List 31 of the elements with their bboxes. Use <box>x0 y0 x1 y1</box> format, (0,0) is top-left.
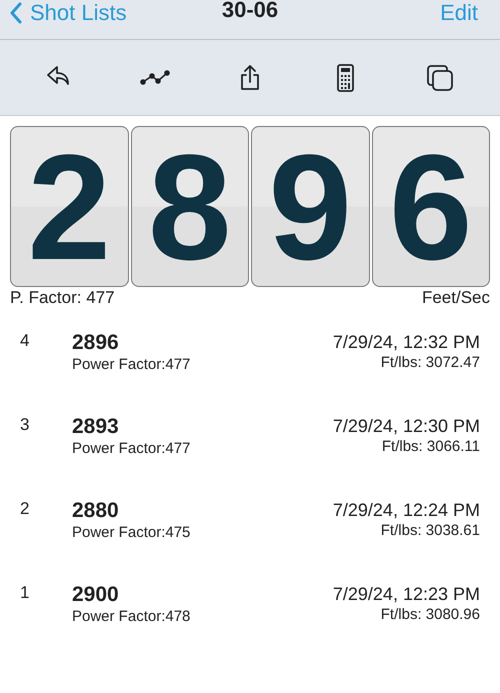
back-button[interactable]: Shot Lists <box>10 0 127 26</box>
energy-text: Ft/lbs: 3066.11 <box>382 438 480 455</box>
screen-title: 30-06 <box>222 0 278 23</box>
velocity-value: 2896 <box>72 331 120 355</box>
shot-number: 4 <box>20 331 30 351</box>
digit-card: 8 <box>130 126 249 287</box>
energy-text: Ft/lbs: 3080.96 <box>380 606 480 623</box>
shot-number: 2 <box>20 499 30 519</box>
timestamp: 7/29/24, 12:24 PM <box>332 499 480 521</box>
unit-label: Feet/Sec <box>422 288 490 308</box>
energy-text: Ft/lbs: 3072.47 <box>380 354 480 371</box>
chevron-left-icon <box>10 2 22 24</box>
digit-card: 2 <box>10 126 128 287</box>
copy-icon <box>425 62 456 92</box>
power-factor-text: Power Factor:477 <box>72 440 192 457</box>
timestamp: 7/29/24, 12:30 PM <box>332 415 480 437</box>
timestamp: 7/29/24, 12:23 PM <box>332 583 480 605</box>
digit-card: 9 <box>251 126 370 287</box>
power-factor-text: Power Factor:478 <box>72 608 192 625</box>
velocity-value: 2900 <box>72 583 120 607</box>
power-factor-text: Power Factor:477 <box>72 356 192 373</box>
velocity-value: 2893 <box>72 415 120 439</box>
power-factor-text: Power Factor:475 <box>72 524 192 541</box>
shot-number: 1 <box>20 583 30 603</box>
power-factor-label: P. Factor: 477 <box>10 288 115 308</box>
timestamp: 7/29/24, 12:32 PM <box>332 331 480 353</box>
velocity-value: 2880 <box>72 499 120 523</box>
shot-number: 3 <box>20 415 30 435</box>
digit-card: 6 <box>372 126 490 287</box>
edit-button[interactable]: Edit <box>434 0 484 26</box>
energy-text: Ft/lbs: 3038.61 <box>380 522 480 539</box>
